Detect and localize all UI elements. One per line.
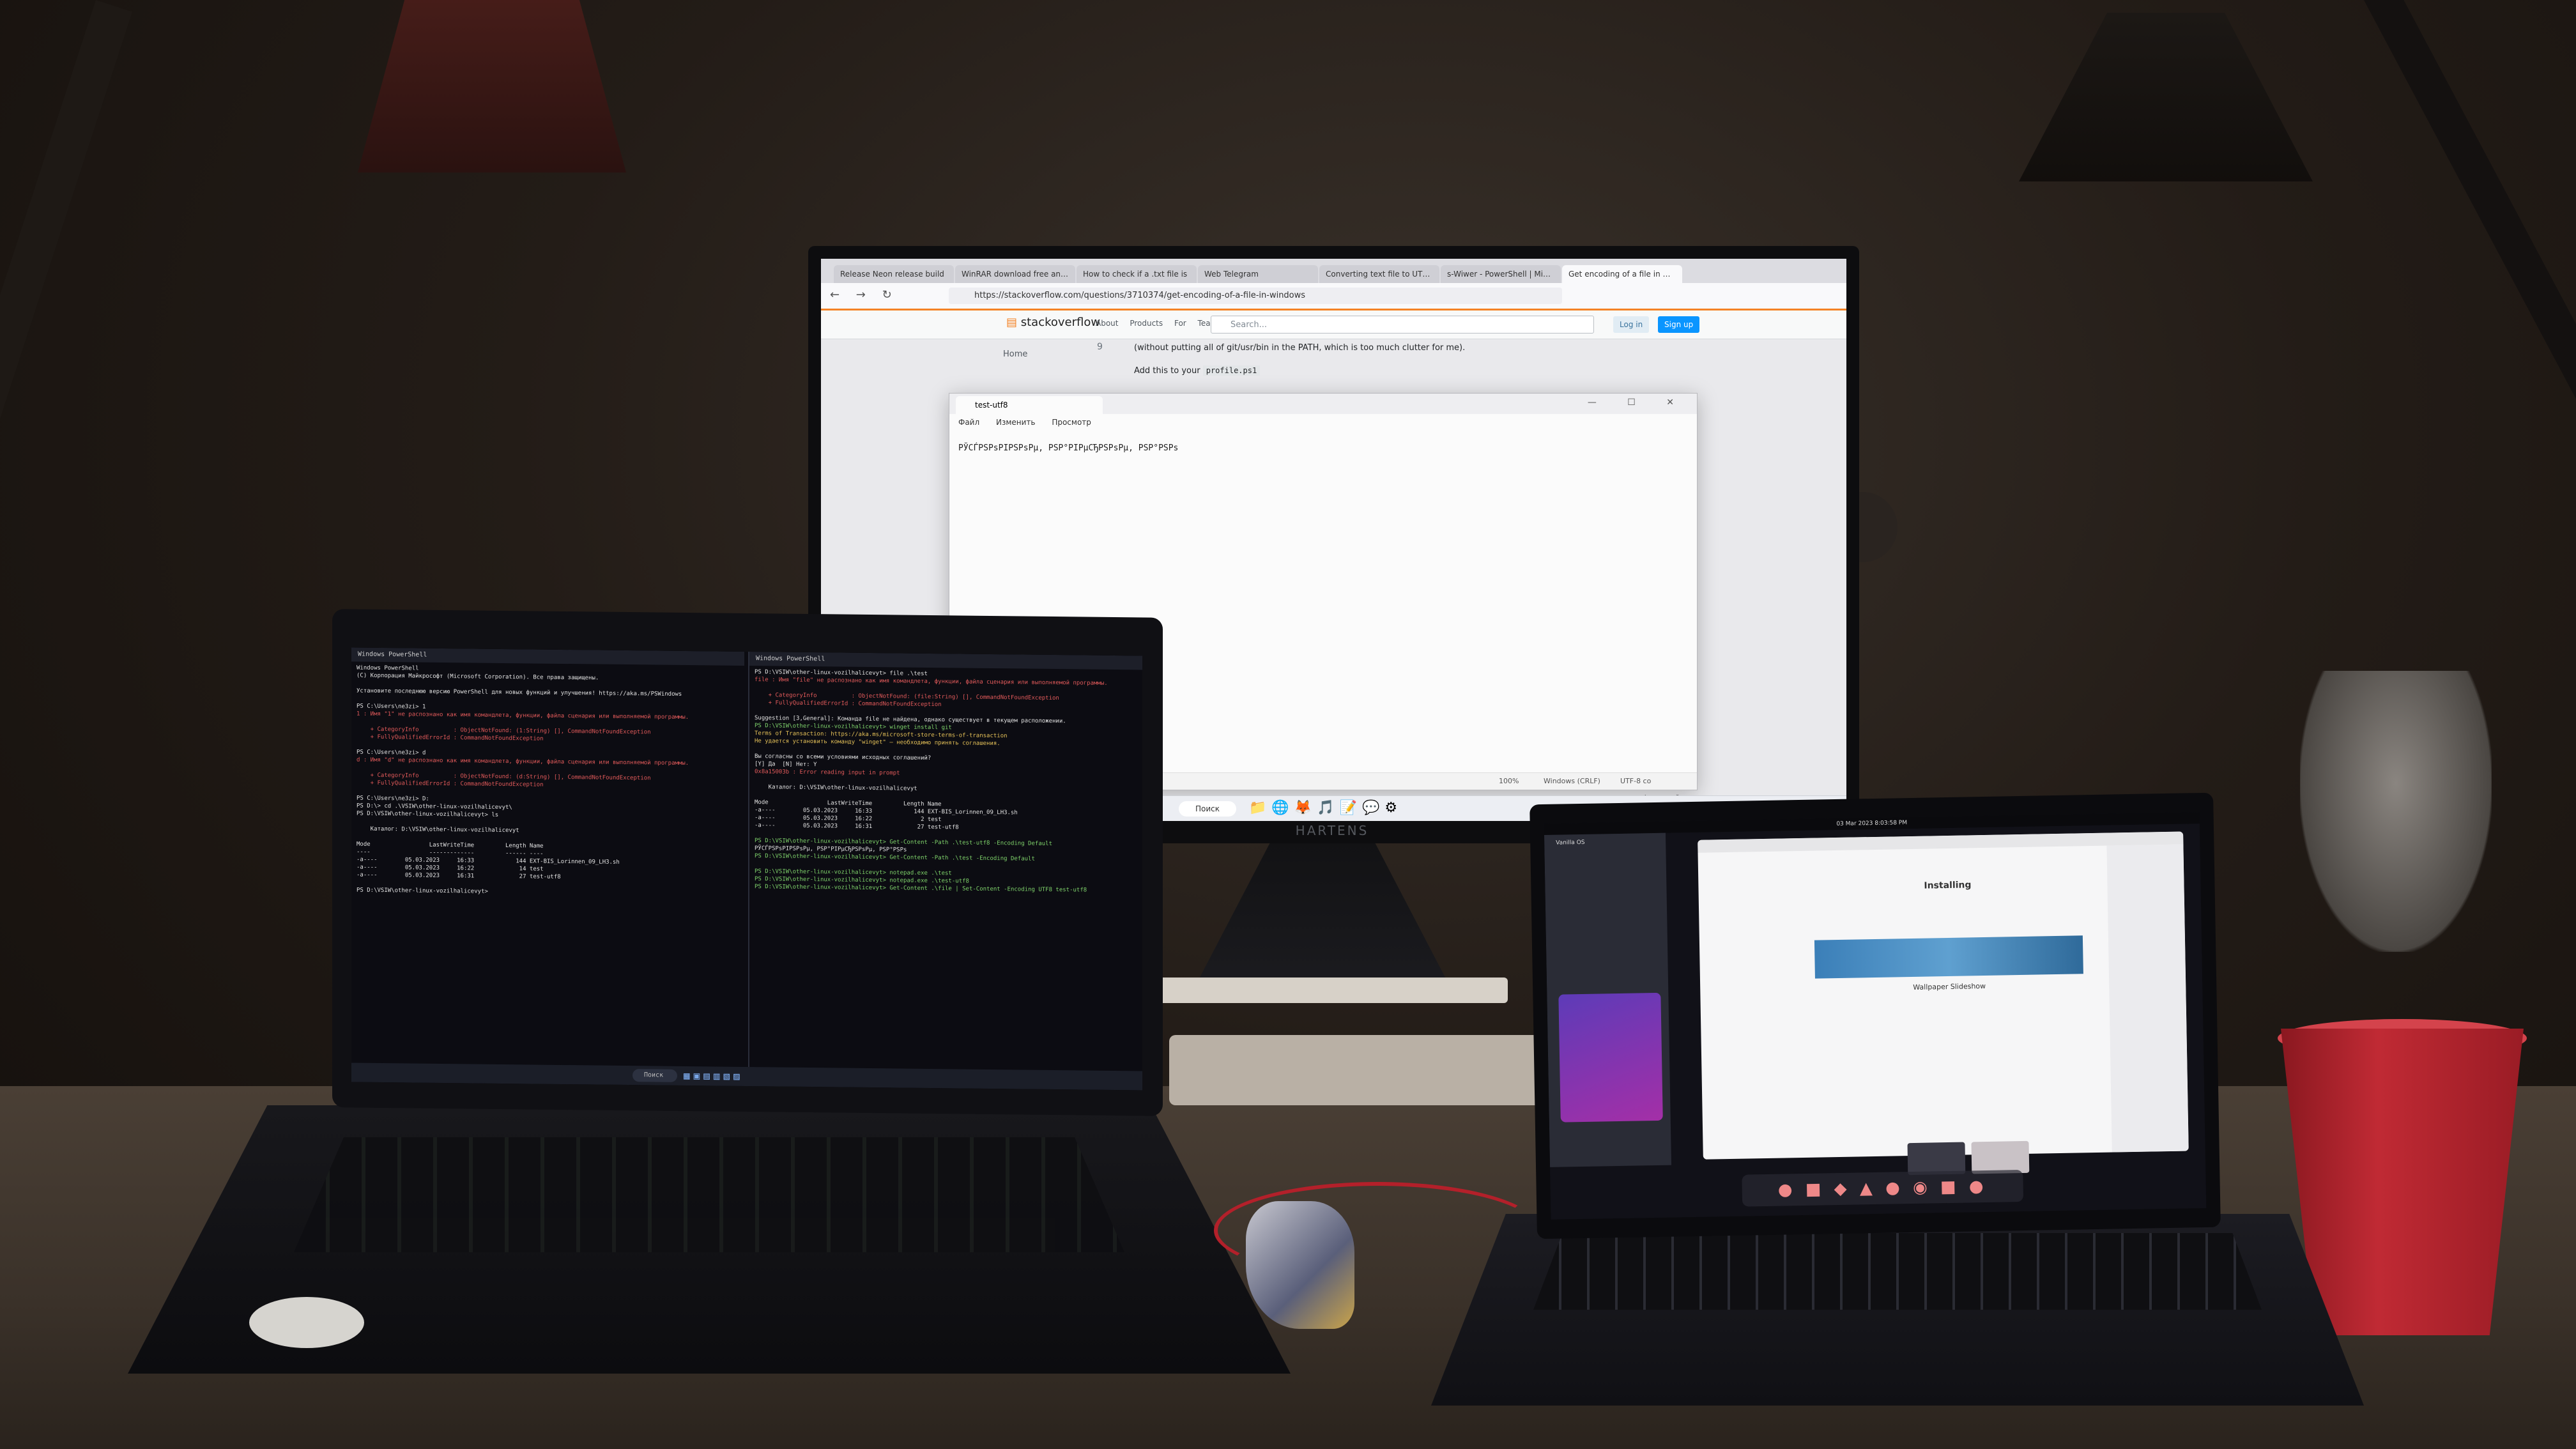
- monitor-brand-logo: HARTENS: [1295, 823, 1369, 838]
- monitor-stand: [1195, 840, 1450, 987]
- vm-installer-window: Installing Wallpaper Slideshow: [1698, 831, 2189, 1160]
- candy-wrapper: [1246, 1201, 1354, 1329]
- window-controls[interactable]: — ☐ ✕: [1588, 397, 1688, 408]
- vote-count: 9: [1097, 342, 1103, 352]
- answer-text: Add this to your profile.ps1: [1134, 365, 1261, 376]
- notification-card[interactable]: [1558, 992, 1663, 1123]
- browser-tab[interactable]: Web Telegram: [1198, 265, 1318, 283]
- figurine: [2300, 671, 2492, 952]
- window-thumbnail[interactable]: [1907, 1142, 1966, 1176]
- signup-button[interactable]: Sign up: [1658, 316, 1700, 333]
- left-laptop-keyboard: [294, 1137, 1124, 1252]
- browser-tab[interactable]: s-Wiwer - PowerShell | Micros: [1441, 265, 1561, 283]
- taskbar-app-icons[interactable]: 📁🌐🦊🎵📝💬⚙: [1249, 800, 1402, 816]
- menu-view[interactable]: Просмотр: [1052, 418, 1091, 427]
- browser-tab-bar: Release Neon release build WinRAR downlo…: [821, 259, 1846, 283]
- menu-file[interactable]: Файл: [958, 418, 979, 427]
- nav-products[interactable]: Products: [1130, 319, 1163, 328]
- inline-code: profile.ps1: [1202, 365, 1261, 376]
- left-laptop-screen: Windows PowerShell Windows PowerShell (C)…: [351, 647, 1142, 1091]
- stackoverflow-logo-icon: ▤: [1006, 316, 1021, 329]
- status-zoom: 100%: [1499, 777, 1519, 785]
- sidebar-item-home[interactable]: Home: [1003, 349, 1027, 359]
- sidebar-title: Vanilla OS: [1556, 839, 1585, 847]
- window-thumbnail[interactable]: [1971, 1140, 2030, 1174]
- back-forward-reload-icons[interactable]: ← → ↻: [830, 288, 898, 302]
- slideshow-label: Wallpaper Slideshow: [1913, 981, 1986, 992]
- taskbar-search[interactable]: Поиск: [1179, 801, 1236, 816]
- status-line-ending: Windows (CRLF): [1544, 777, 1600, 785]
- terminal-output: PS D:\VSIW\other-linux-vozilhalicevyt> f…: [755, 668, 1137, 894]
- terminal-tab[interactable]: Windows PowerShell: [351, 647, 744, 666]
- desk-lamp-right-shade: [2019, 13, 2313, 181]
- menu-edit[interactable]: Изменить: [996, 418, 1036, 427]
- answer-text-line: Add this to your: [1134, 366, 1200, 376]
- browser-toolbar: ← → ↻ https://stackoverflow.com/question…: [821, 283, 1846, 309]
- powershell-pane-left[interactable]: Windows PowerShell Windows PowerShell (C)…: [351, 647, 744, 1067]
- browser-tab[interactable]: WinRAR download free and s: [955, 265, 1075, 283]
- browser-tab[interactable]: Release Neon release build: [834, 265, 954, 283]
- desk-scene-photo: Release Neon release build WinRAR downlo…: [0, 0, 2576, 1449]
- browser-tab[interactable]: Converting text file to UTF-8: [1319, 265, 1439, 283]
- taskbar-app-icons[interactable]: ▦▣▤▥▧▨: [684, 1070, 744, 1082]
- address-bar[interactable]: https://stackoverflow.com/questions/3710…: [949, 288, 1562, 304]
- chat-sidebar: Vanilla OS: [1544, 832, 1672, 1167]
- vm-side-panel: [2106, 844, 2189, 1153]
- stackoverflow-nav: About Products For Teams: [1096, 319, 1222, 328]
- logo-text: stackoverflow: [1020, 316, 1101, 329]
- app-dock[interactable]: ● ■ ◆ ▲ ● ◉ ■ ●: [1742, 1170, 2024, 1207]
- left-laptop-lid: Windows PowerShell Windows PowerShell (C)…: [332, 609, 1163, 1116]
- notepad-menu: Файл Изменить Просмотр: [958, 418, 1091, 427]
- taskbar-search[interactable]: Поиск: [632, 1069, 677, 1082]
- browser-tab[interactable]: How to check if a .txt file is: [1077, 265, 1197, 283]
- right-laptop-lid: 03 Mar 2023 8:03:58 PM Vanilla OS Instal…: [1529, 792, 2221, 1239]
- installer-title: Installing: [1924, 880, 1972, 891]
- browser-tab-active[interactable]: Get encoding of a file in Windo: [1562, 265, 1682, 283]
- nav-about[interactable]: About: [1096, 319, 1118, 328]
- desk-lamp-right-arm: [2364, 0, 2576, 677]
- terminal-output: Windows PowerShell (C) Корпорация Майкрос…: [356, 664, 739, 898]
- notepad-tab[interactable]: test-utf8: [956, 396, 1103, 414]
- stackoverflow-logo[interactable]: ▤ stackoverflow: [1006, 316, 1100, 329]
- right-laptop-screen: 03 Mar 2023 8:03:58 PM Vanilla OS Instal…: [1544, 812, 2207, 1220]
- stackoverflow-header: ▤ stackoverflow About Products For Teams…: [821, 309, 1846, 339]
- gnome-top-bar[interactable]: 03 Mar 2023 8:03:58 PM: [1544, 812, 2200, 835]
- monitor-base: [1150, 977, 1508, 1003]
- right-laptop-keyboard: [1533, 1233, 2262, 1310]
- desk-lamp-left-shade: [358, 0, 626, 172]
- wallpaper-slideshow-image: [1814, 935, 2083, 979]
- notepad-titlebar: test-utf8 — ☐ ✕: [949, 394, 1697, 414]
- keyboard: [1169, 1035, 1552, 1105]
- laptop-sticker: [249, 1297, 364, 1348]
- desk-lamp-left-arm: [0, 0, 133, 1045]
- notepad-text-area[interactable]: РЎСЃРЅРѕРІРЅРѕРµ, РЅР°РІРµСЂРЅРѕРµ, РЅР°…: [958, 443, 1178, 453]
- search-input[interactable]: Search...: [1211, 316, 1594, 334]
- powershell-pane-right[interactable]: Windows PowerShell PS D:\VSIW\other-linu…: [748, 652, 1142, 1071]
- terminal-tab[interactable]: Windows PowerShell: [749, 652, 1142, 670]
- login-button[interactable]: Log in: [1613, 316, 1650, 333]
- answer-text: (without putting all of git/usr/bin in t…: [1134, 343, 1466, 353]
